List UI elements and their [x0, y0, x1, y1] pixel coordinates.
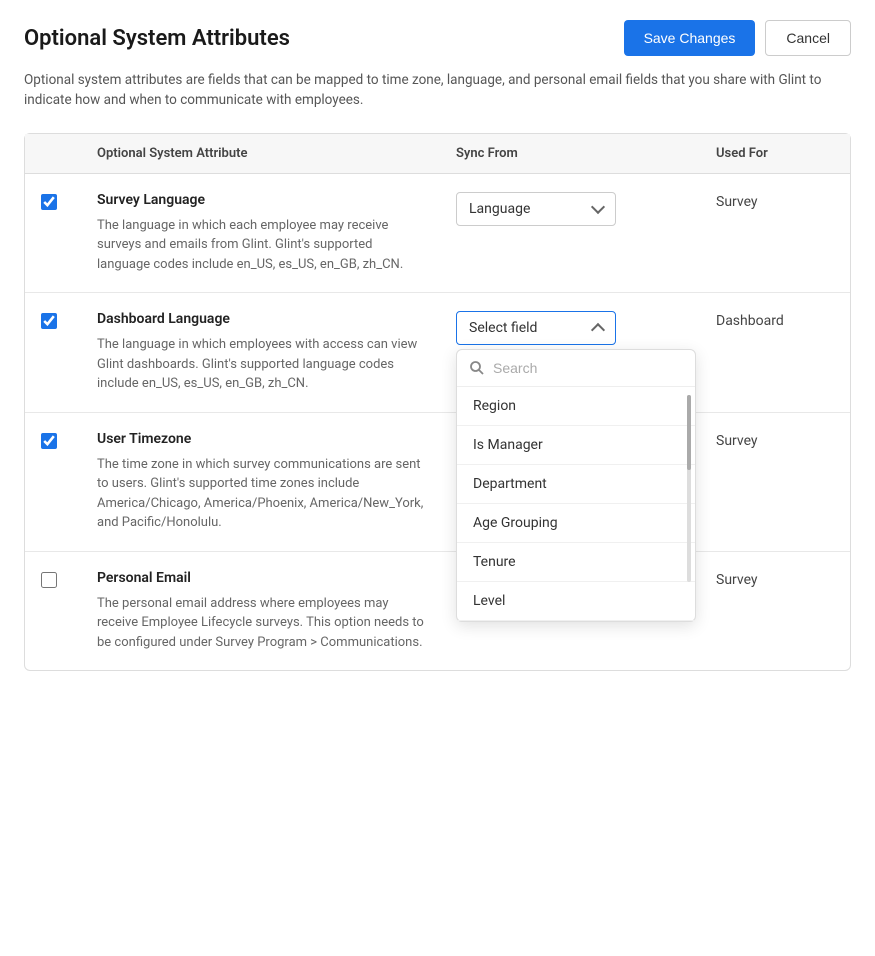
personal-email-name: Personal Email — [97, 570, 424, 586]
personal-email-desc: The personal email address where employe… — [97, 594, 424, 653]
table-row: User Timezone The time zone in which sur… — [25, 413, 850, 552]
col-sync: Sync From — [440, 146, 700, 161]
table-header: Optional System Attribute Sync From Used… — [25, 134, 850, 174]
dashboard-language-dropdown[interactable]: Select field — [456, 311, 616, 345]
dropdown-list: Region Is Manager Department Age Groupin… — [457, 387, 695, 621]
row-checkbox-cell — [25, 431, 81, 453]
dropdown-item[interactable]: Is Manager — [457, 426, 695, 465]
row-checkbox-cell — [25, 311, 81, 333]
dropdown-item[interactable]: Level — [457, 582, 695, 621]
cancel-button[interactable]: Cancel — [765, 20, 851, 56]
dashboard-language-name: Dashboard Language — [97, 311, 424, 327]
col-checkbox — [25, 146, 81, 161]
user-timezone-used-for: Survey — [700, 431, 850, 449]
table-row: Survey Language The language in which ea… — [25, 174, 850, 294]
save-button[interactable]: Save Changes — [624, 20, 756, 56]
user-timezone-desc: The time zone in which survey communicat… — [97, 455, 424, 533]
survey-language-dropdown-value: Language — [469, 201, 530, 217]
dropdown-item[interactable]: Tenure — [457, 543, 695, 582]
survey-language-name: Survey Language — [97, 192, 424, 208]
page-description: Optional system attributes are fields th… — [24, 70, 851, 111]
personal-email-used-for: Survey — [700, 570, 850, 588]
survey-language-dropdown[interactable]: Language — [456, 192, 616, 226]
table-row: Personal Email The personal email addres… — [25, 552, 850, 671]
survey-language-desc: The language in which each employee may … — [97, 216, 424, 275]
dashboard-language-sync: Select field Region Is Manager Departmen… — [440, 311, 700, 345]
dashboard-language-desc: The language in which employees with acc… — [97, 335, 424, 394]
dropdown-item[interactable]: Department — [457, 465, 695, 504]
dashboard-language-attribute: Dashboard Language The language in which… — [81, 311, 440, 394]
dropdown-popup: Region Is Manager Department Age Groupin… — [456, 349, 696, 622]
row-checkbox-cell — [25, 192, 81, 214]
dropdown-search-container — [457, 350, 695, 387]
dashboard-language-checkbox[interactable] — [41, 313, 57, 329]
col-used-for: Used For — [700, 146, 850, 161]
user-timezone-checkbox[interactable] — [41, 433, 57, 449]
survey-language-attribute: Survey Language The language in which ea… — [81, 192, 440, 275]
user-timezone-attribute: User Timezone The time zone in which sur… — [81, 431, 440, 533]
header-actions: Save Changes Cancel — [624, 20, 851, 56]
page-header: Optional System Attributes Save Changes … — [24, 20, 851, 56]
search-icon — [469, 360, 485, 376]
personal-email-checkbox[interactable] — [41, 572, 57, 588]
row-checkbox-cell — [25, 570, 81, 592]
scrollbar-track — [687, 395, 691, 582]
chevron-down-icon — [591, 200, 605, 214]
attributes-table: Optional System Attribute Sync From Used… — [24, 133, 851, 672]
col-attribute: Optional System Attribute — [81, 146, 440, 161]
dashboard-language-dropdown-value: Select field — [469, 320, 537, 336]
survey-language-checkbox[interactable] — [41, 194, 57, 210]
dashboard-language-used-for: Dashboard — [700, 311, 850, 329]
page-title: Optional System Attributes — [24, 26, 290, 51]
scrollbar-thumb[interactable] — [687, 395, 691, 470]
table-row: Dashboard Language The language in which… — [25, 293, 850, 413]
dropdown-item[interactable]: Age Grouping — [457, 504, 695, 543]
dropdown-search-input[interactable] — [493, 360, 683, 376]
chevron-down-icon — [591, 322, 605, 336]
survey-language-used-for: Survey — [700, 192, 850, 210]
survey-language-sync: Language — [440, 192, 700, 226]
dropdown-item[interactable]: Region — [457, 387, 695, 426]
personal-email-attribute: Personal Email The personal email addres… — [81, 570, 440, 653]
user-timezone-name: User Timezone — [97, 431, 424, 447]
